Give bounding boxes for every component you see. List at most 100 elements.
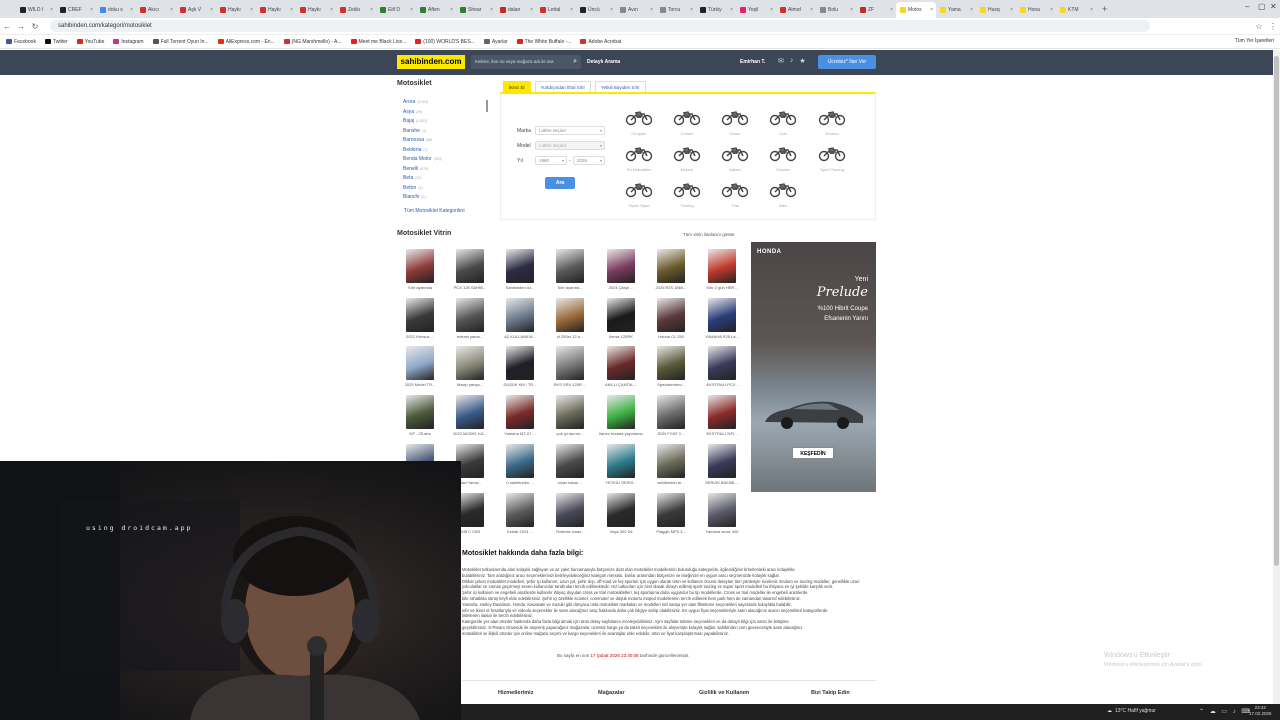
showcase-item[interactable]: Vega 300 Ds bbox=[599, 493, 643, 534]
tab-close-icon[interactable]: × bbox=[1050, 2, 1053, 18]
browser-tab[interactable]: Aşk V × bbox=[176, 2, 216, 18]
showcase-item[interactable]: Sıfır ayarınd... bbox=[548, 249, 592, 290]
bookmark-item[interactable]: (100) WORLD'S BES... bbox=[415, 39, 475, 45]
bookmark-item[interactable]: Adobe Acrobat bbox=[580, 39, 621, 45]
footer-link[interactable]: Bizi Takip Edin bbox=[811, 690, 850, 696]
tab-close-icon[interactable]: × bbox=[250, 2, 253, 18]
browser-tab[interactable]: dalan × bbox=[496, 2, 536, 18]
browser-tab[interactable]: Üncü × bbox=[576, 2, 616, 18]
tab-close-icon[interactable]: × bbox=[770, 2, 773, 18]
showcase-item[interactable]: sahibinden te... bbox=[649, 444, 693, 485]
minimize-icon[interactable]: – bbox=[1245, 2, 1249, 11]
showcase-item[interactable]: Yamaha MT-07 ... bbox=[498, 395, 542, 436]
tab-close-icon[interactable]: × bbox=[610, 2, 613, 18]
notification-icon[interactable]: ♪ bbox=[790, 57, 794, 65]
category-item[interactable]: Baroossa (88) bbox=[403, 136, 487, 146]
tab-close-icon[interactable]: × bbox=[1090, 2, 1093, 18]
tab-close-icon[interactable]: × bbox=[570, 2, 573, 18]
showcase-item[interactable]: extrani yama... bbox=[448, 298, 492, 339]
showcase-item[interactable]: AKILLI ÇANTAL... bbox=[599, 346, 643, 387]
category-item[interactable]: Benelli (675) bbox=[403, 165, 487, 175]
tab-close-icon[interactable]: × bbox=[930, 2, 933, 18]
motorcycle-type-option[interactable]: Enduro bbox=[811, 108, 853, 136]
motorcycle-type-option[interactable]: Ez Motosiklet bbox=[618, 144, 660, 172]
search-tab[interactable]: İkinci El bbox=[503, 81, 531, 92]
browser-tab[interactable]: Husq × bbox=[976, 2, 1016, 18]
showcase-item[interactable]: 0 sahibinden ... bbox=[498, 444, 542, 485]
showcase-item[interactable]: Specialerdmo... bbox=[649, 346, 693, 387]
search-tab[interactable]: Yurtdışından İthal Sıfır bbox=[534, 81, 592, 92]
bookmark-item[interactable]: Full Torrent Oyun In... bbox=[152, 39, 209, 45]
user-menu[interactable]: Emirhan T. bbox=[740, 55, 765, 69]
browser-tab[interactable]: Akıcı × bbox=[136, 2, 176, 18]
bookmark-item[interactable]: Meet me Black Lice... bbox=[350, 39, 406, 45]
browser-tab[interactable]: Almıd × bbox=[776, 2, 816, 18]
tab-close-icon[interactable]: × bbox=[330, 2, 333, 18]
scrollbar-thumb[interactable] bbox=[1274, 56, 1279, 566]
back-icon[interactable]: ← bbox=[0, 22, 14, 31]
browser-tab[interactable]: Shear × bbox=[456, 2, 496, 18]
showcase-item[interactable]: 2022 Honsuz ... bbox=[398, 298, 442, 339]
category-item[interactable]: Beta (22) bbox=[403, 174, 487, 184]
showcase-item[interactable]: Tertemiz xmax... bbox=[548, 493, 592, 534]
showcase-item[interactable]: PCX 125 SAHİB... bbox=[448, 249, 492, 290]
showcase-item[interactable]: -EKSTRALI PCX... bbox=[700, 346, 744, 387]
detailed-search-link[interactable]: Detaylı Arama bbox=[587, 55, 620, 69]
motorcycle-type-option[interactable]: Cross bbox=[714, 108, 756, 136]
tab-close-icon[interactable]: × bbox=[530, 2, 533, 18]
showcase-item[interactable]: MT - 25 abs bbox=[398, 395, 442, 436]
browser-tab[interactable]: Yeşil × bbox=[736, 2, 776, 18]
brand-select[interactable]: Lütfen seçiniz bbox=[535, 126, 605, 135]
footer-link[interactable]: Hizmetlerimiz bbox=[498, 690, 533, 696]
year-to-select[interactable]: 2026 bbox=[573, 156, 605, 165]
browser-tab[interactable]: Lettal × bbox=[536, 2, 576, 18]
system-tray[interactable]: ⌃ ☁ ▭ ♪ ⌨ bbox=[1199, 708, 1252, 715]
url-input[interactable]: sahibinden.com/kategori/motosiklet bbox=[50, 20, 1150, 32]
category-scrollbar[interactable] bbox=[486, 100, 488, 112]
motorcycle-type-option[interactable]: Super Sport bbox=[618, 180, 660, 208]
showcase-item[interactable]: 2022 MODEL KA... bbox=[448, 395, 492, 436]
tab-close-icon[interactable]: × bbox=[970, 2, 973, 18]
tab-close-icon[interactable]: × bbox=[890, 2, 893, 18]
browser-tab[interactable]: Bolu × bbox=[816, 2, 856, 18]
honda-advertisement[interactable]: HONDA Yeni Prelude %100 Hibrit Coupe Efs… bbox=[751, 242, 876, 492]
taskbar-clock[interactable]: 23:42 17.02.2026 bbox=[1249, 705, 1272, 717]
category-item[interactable]: Arora (3.004) bbox=[403, 98, 487, 108]
close-window-icon[interactable]: ✕ bbox=[1270, 2, 1277, 11]
site-logo[interactable]: sahibinden.com bbox=[397, 55, 465, 69]
browser-tab[interactable]: Haykı × bbox=[216, 2, 256, 18]
tab-close-icon[interactable]: × bbox=[450, 2, 453, 18]
search-tab[interactable]: Yetkili Bayiden Sıfır bbox=[595, 81, 646, 92]
page-scrollbar[interactable] bbox=[1273, 50, 1280, 706]
showcase-item[interactable]: 2024 Çikişli ... bbox=[599, 249, 643, 290]
bookmark-item[interactable]: AliExpress.com - En... bbox=[217, 39, 275, 45]
category-item[interactable]: Bajaj (2.802) bbox=[403, 117, 487, 127]
all-bookmarks-link[interactable]: Tüm Yer İşaretleri bbox=[1235, 38, 1274, 44]
browser-tab[interactable]: Yama × bbox=[936, 2, 976, 18]
showcase-item[interactable]: xmax takas ... bbox=[548, 444, 592, 485]
showcase-item[interactable]: AZ KULLANILM... bbox=[498, 298, 542, 339]
browser-tab[interactable]: Motos × bbox=[896, 2, 936, 18]
bookmark-item[interactable]: Ayarlar bbox=[483, 39, 508, 45]
showcase-item[interactable]: Honda CL 250 bbox=[649, 298, 693, 339]
category-item[interactable]: Belderia (7) bbox=[403, 146, 487, 156]
browser-tab[interactable]: KTM × bbox=[1056, 2, 1096, 18]
showcase-item[interactable]: 2025 Model TR... bbox=[398, 346, 442, 387]
browser-tab[interactable]: ZF × bbox=[856, 2, 896, 18]
showcase-item[interactable]: Mavip yarışa... bbox=[448, 346, 492, 387]
new-tab-button[interactable]: + bbox=[1096, 4, 1113, 14]
browser-tab[interactable]: Elif D × bbox=[376, 2, 416, 18]
year-from-select[interactable]: 1960 bbox=[535, 156, 567, 165]
showcase-item[interactable]: Yamaha xmax 400 bbox=[700, 493, 744, 534]
tab-close-icon[interactable]: × bbox=[410, 2, 413, 18]
showcase-item[interactable]: 2025 RJS 1865... bbox=[649, 249, 693, 290]
ad-discover-button[interactable]: KEŞFEDİN bbox=[792, 447, 834, 459]
model-select[interactable]: Lütfen seçiniz bbox=[535, 141, 605, 150]
bookmark-item[interactable]: Facebook bbox=[6, 39, 36, 45]
showcase-item[interactable]: Sahibinden öz... bbox=[498, 249, 542, 290]
showcase-item[interactable]: Sıfır ayarında bbox=[398, 249, 442, 290]
showcase-item[interactable]: DÜŞÜK KM / TR... bbox=[498, 346, 542, 387]
message-icon[interactable]: ✉ bbox=[778, 57, 784, 65]
browser-tab[interactable]: WILD I × bbox=[16, 2, 56, 18]
showcase-show-all-link[interactable]: Tüm vitrin ilanlarını göster bbox=[683, 232, 735, 237]
